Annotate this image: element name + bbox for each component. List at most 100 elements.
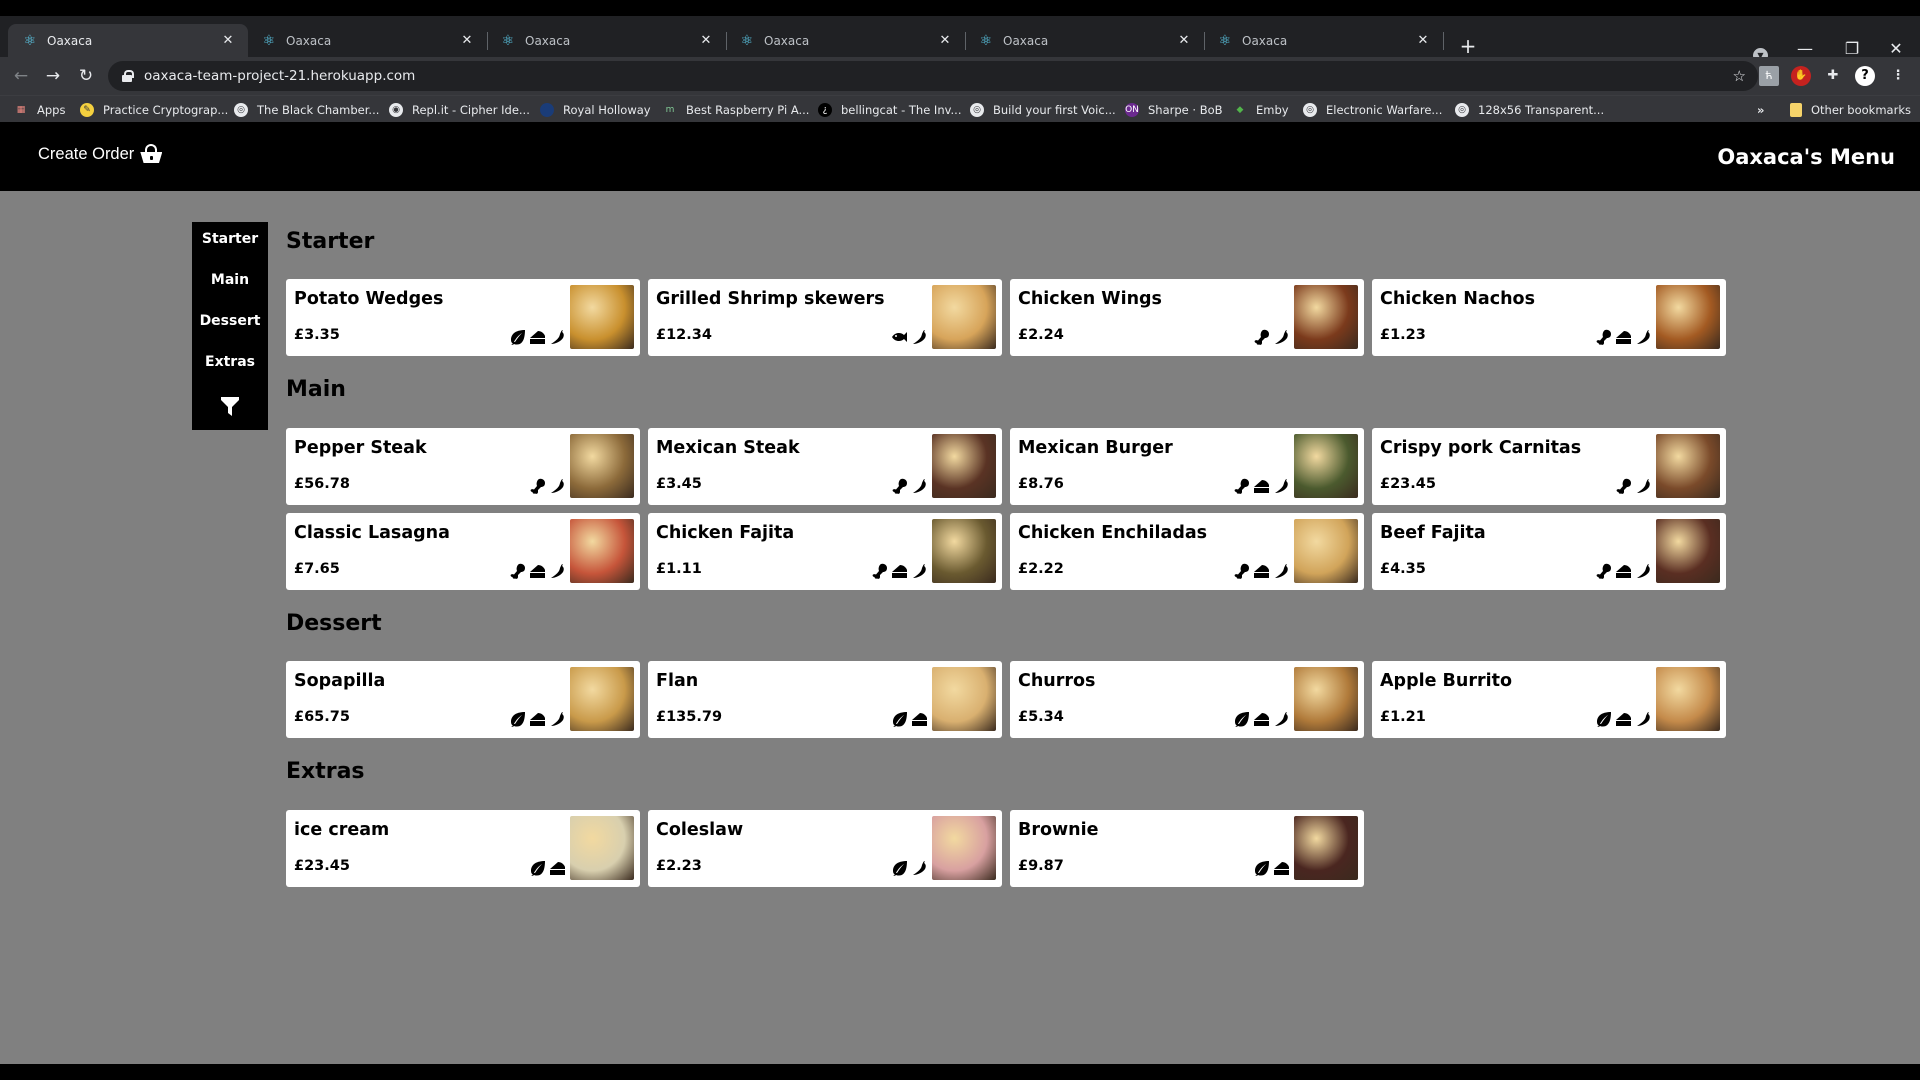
meat-drumstick-icon bbox=[1234, 478, 1249, 494]
bookmark-item[interactable]: ▦ Apps bbox=[14, 100, 66, 120]
browser-tab[interactable]: ⚛ Oaxaca ✕ bbox=[725, 24, 966, 57]
meat-drumstick-icon bbox=[872, 563, 887, 579]
menu-item-card[interactable]: Mexican Burger £8.76 bbox=[1010, 428, 1364, 505]
other-bookmarks-folder[interactable]: Other bookmarks bbox=[1790, 100, 1911, 120]
browser-tab[interactable]: ⚛ Oaxaca ✕ bbox=[8, 24, 248, 57]
bookmark-item[interactable]: ◎ 128x56 Transparent... bbox=[1455, 100, 1604, 120]
tab-close-icon[interactable]: ✕ bbox=[937, 33, 953, 48]
menu-item-card[interactable]: Chicken Wings £2.24 bbox=[1010, 279, 1364, 356]
menu-item-card[interactable]: Apple Burrito £1.21 bbox=[1372, 661, 1726, 738]
dietary-icons bbox=[509, 329, 566, 345]
dietary-icons bbox=[529, 478, 566, 494]
meat-drumstick-icon bbox=[1254, 329, 1269, 345]
browser-tab-strip: ⚛ Oaxaca ✕ ⚛ Oaxaca ✕ ⚛ Oaxaca ✕ ⚛ Oaxaca ✕ ⚛ Oaxaca ✕… bbox=[0, 16, 1920, 63]
browser-tab[interactable]: ⚛ Oaxaca ✕ bbox=[964, 24, 1205, 57]
menu-item-price: £9.87 bbox=[1018, 858, 1064, 874]
browser-tab[interactable]: ⚛ Oaxaca ✕ bbox=[486, 24, 727, 57]
menu-item-photo bbox=[1656, 434, 1720, 498]
menu-item-price: £135.79 bbox=[656, 709, 723, 725]
dietary-icons bbox=[509, 563, 566, 579]
menu-item-photo bbox=[570, 519, 634, 583]
section-title-extras: Extras bbox=[286, 759, 365, 784]
dairy-cheese-icon bbox=[1616, 713, 1631, 726]
extensions-puzzle-icon[interactable]: ✚ bbox=[1823, 66, 1843, 86]
menu-page: Starter Main Dessert Extras Starter Potat… bbox=[0, 191, 1920, 1064]
menu-item-card[interactable]: Mexican Steak £3.45 bbox=[648, 428, 1002, 505]
spicy-pepper-icon bbox=[1637, 330, 1650, 344]
menu-item-card[interactable]: Beef Fajita £4.35 bbox=[1372, 513, 1726, 590]
menu-item-card[interactable]: Churros £5.34 bbox=[1010, 661, 1364, 738]
tab-close-icon[interactable]: ✕ bbox=[459, 33, 475, 48]
profile-avatar-icon[interactable]: ? bbox=[1855, 66, 1875, 86]
reload-icon[interactable]: ↻ bbox=[71, 61, 101, 91]
sidebar-item-dessert[interactable]: Dessert bbox=[192, 313, 268, 329]
menu-item-card[interactable]: Chicken Fajita £1.11 bbox=[648, 513, 1002, 590]
sidebar-item-extras[interactable]: Extras bbox=[192, 354, 268, 370]
menu-item-name: Brownie bbox=[1018, 820, 1099, 840]
react-favicon-icon: ⚛ bbox=[979, 32, 993, 49]
create-order-button[interactable]: Create Order bbox=[38, 144, 162, 164]
bookmark-label: Apps bbox=[37, 103, 66, 117]
extension-stop-hand-icon[interactable]: ✋ bbox=[1791, 66, 1811, 86]
menu-item-card[interactable]: Chicken Nachos £1.23 bbox=[1372, 279, 1726, 356]
address-bar[interactable]: oaxaca-team-project-21.herokuapp.com ☆ bbox=[108, 61, 1758, 91]
extension-h-icon[interactable]: ћ bbox=[1759, 66, 1779, 86]
bookmark-item[interactable]: ¿ bellingcat - The Inv... bbox=[818, 100, 962, 120]
royal-holloway-icon: ● bbox=[540, 103, 554, 117]
menu-item-price: £23.45 bbox=[294, 858, 350, 874]
bookmark-label: Sharpe · BoB bbox=[1148, 103, 1223, 117]
bookmark-star-icon[interactable]: ☆ bbox=[1733, 67, 1746, 85]
menu-item-photo bbox=[932, 434, 996, 498]
menu-item-photo bbox=[932, 519, 996, 583]
menu-item-card[interactable]: Chicken Enchiladas £2.22 bbox=[1010, 513, 1364, 590]
menu-item-card[interactable]: Brownie £9.87 bbox=[1010, 810, 1364, 887]
meat-drumstick-icon bbox=[1616, 478, 1631, 494]
menu-item-card[interactable]: Sopapilla £65.75 bbox=[286, 661, 640, 738]
menu-item-card[interactable]: Crispy pork Carnitas £23.45 bbox=[1372, 428, 1726, 505]
bookmark-item[interactable]: ◆ Emby bbox=[1233, 100, 1289, 120]
emby-icon: ◆ bbox=[1236, 105, 1244, 115]
bookmark-item[interactable]: ◎ Build your first Voic... bbox=[970, 100, 1116, 120]
bookmarks-overflow-button[interactable]: » bbox=[1757, 100, 1764, 120]
menu-item-photo bbox=[932, 667, 996, 731]
menu-item-name: Grilled Shrimp skewers bbox=[656, 289, 885, 309]
menu-item-name: Chicken Fajita bbox=[656, 523, 795, 543]
forward-arrow-icon[interactable]: → bbox=[38, 61, 68, 91]
browser-tab[interactable]: ⚛ Oaxaca ✕ bbox=[247, 24, 488, 57]
menu-item-card[interactable]: Pepper Steak £56.78 bbox=[286, 428, 640, 505]
bookmark-item[interactable]: ◎ Electronic Warfare... bbox=[1303, 100, 1442, 120]
bookmark-item[interactable]: ◉ Repl.it - Cipher Ide... bbox=[389, 100, 530, 120]
menu-item-card[interactable]: ice cream £23.45 bbox=[286, 810, 640, 887]
bookmark-item[interactable]: ✎ Practice Cryptograp... bbox=[80, 100, 228, 120]
bookmark-item[interactable]: ◎ The Black Chamber... bbox=[234, 100, 379, 120]
menu-item-card[interactable]: Flan £135.79 bbox=[648, 661, 1002, 738]
menu-item-photo bbox=[932, 816, 996, 880]
tab-close-icon[interactable]: ✕ bbox=[1176, 33, 1192, 48]
menu-item-card[interactable]: Grilled Shrimp skewers £12.34 bbox=[648, 279, 1002, 356]
dietary-icons bbox=[1615, 478, 1652, 494]
spicy-pepper-icon bbox=[551, 479, 564, 493]
sidebar-item-main[interactable]: Main bbox=[192, 272, 268, 288]
tab-close-icon[interactable]: ✕ bbox=[220, 33, 236, 48]
bookmark-item[interactable]: ON Sharpe · BoB bbox=[1125, 100, 1223, 120]
tab-title: Oaxaca bbox=[47, 33, 93, 48]
tab-close-icon[interactable]: ✕ bbox=[1415, 33, 1431, 48]
dairy-cheese-icon bbox=[530, 565, 545, 578]
react-favicon-icon: ⚛ bbox=[1218, 32, 1232, 49]
filter-icon[interactable] bbox=[221, 397, 239, 416]
new-tab-button[interactable]: + bbox=[1454, 32, 1482, 60]
menu-item-price: £3.45 bbox=[656, 476, 702, 492]
menu-item-card[interactable]: Classic Lasagna £7.65 bbox=[286, 513, 640, 590]
back-arrow-icon[interactable]: ← bbox=[6, 61, 36, 91]
browser-tab[interactable]: ⚛ Oaxaca ✕ bbox=[1203, 24, 1444, 57]
bookmark-item[interactable]: ● Royal Holloway bbox=[540, 100, 651, 120]
browser-menu-icon[interactable]: ⋮ bbox=[1888, 66, 1908, 86]
bookmark-item[interactable]: m Best Raspberry Pi A... bbox=[663, 100, 810, 120]
section-title-main: Main bbox=[286, 377, 346, 402]
vegetarian-leaf-icon bbox=[1235, 712, 1249, 727]
tab-close-icon[interactable]: ✕ bbox=[698, 33, 714, 48]
menu-item-card[interactable]: Potato Wedges £3.35 bbox=[286, 279, 640, 356]
menu-item-card[interactable]: Coleslaw £2.23 bbox=[648, 810, 1002, 887]
sidebar-item-starter[interactable]: Starter bbox=[192, 231, 268, 247]
spicy-pepper-icon bbox=[913, 479, 926, 493]
